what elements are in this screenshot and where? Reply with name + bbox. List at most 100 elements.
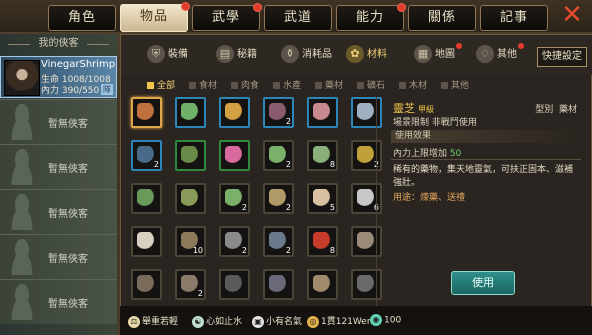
inventory-slot[interactable] [263, 269, 294, 300]
item-quantity: 2 [285, 246, 291, 255]
status-money: ◎ 1貫121Wen [307, 314, 373, 328]
category-maps[interactable]: ▦ 地圖 [414, 43, 462, 67]
inventory-slot[interactable] [219, 140, 250, 171]
empty-party-slot[interactable]: 暫無俠客 [0, 234, 117, 279]
item-quantity: 2 [241, 203, 247, 212]
inventory-slot[interactable]: 2 [263, 97, 294, 128]
map-icon: ▦ [414, 45, 432, 63]
inventory-slot[interactable] [307, 269, 338, 300]
inventory-slot[interactable]: 8 [307, 140, 338, 171]
category-manuals[interactable]: ▤ 秘籍 [216, 43, 257, 67]
category-misc[interactable]: ♢ 其他 [476, 43, 524, 67]
category-materials[interactable]: ✿ 材料 [346, 43, 387, 67]
category-bar: ⛨ 裝備 ▤ 秘籍 ⚱ 消耗品 ✿ 材料 ▦ 地圖 ♢ 其他 快捷設定 [121, 35, 592, 75]
inventory-slot[interactable] [351, 269, 382, 300]
filter-ingredients[interactable]: 食材 [189, 78, 217, 91]
shortcut-settings-button[interactable]: 快捷設定 [537, 47, 587, 67]
item-quantity: 8 [329, 160, 335, 169]
item-icon [181, 189, 200, 208]
inventory-slot[interactable] [175, 97, 206, 128]
item-quantity: 8 [329, 246, 335, 255]
top-tab-bar: 角色 物品 武學 武道 能力 關係 記事 ✕ [0, 0, 592, 32]
item-icon [225, 146, 244, 165]
inventory-slot[interactable]: 6 [351, 183, 382, 214]
item-quantity: 2 [197, 289, 203, 298]
party-title: 我的俠客 [0, 36, 117, 52]
inventory-slot[interactable] [175, 183, 206, 214]
tab-martial-path[interactable]: 武道 [264, 5, 332, 31]
inventory-slot[interactable]: 2 [131, 140, 162, 171]
filter-wood[interactable]: 木材 [399, 78, 427, 91]
empty-party-slot[interactable]: 暫無俠客 [0, 99, 117, 144]
item-icon [313, 275, 332, 294]
category-equipment[interactable]: ⛨ 裝備 [147, 43, 188, 67]
inventory-slot[interactable]: 2 [219, 226, 250, 257]
tab-relations[interactable]: 關係 [408, 5, 476, 31]
silhouette-icon [6, 284, 38, 320]
item-quantity: 2 [153, 160, 159, 169]
notification-dot [181, 2, 190, 11]
tab-journal[interactable]: 記事 [480, 5, 548, 31]
inventory-slot[interactable] [219, 97, 250, 128]
fame-icon: ▣ [252, 315, 264, 328]
member-mp: 內力 390/550 [41, 86, 100, 96]
inventory-slot[interactable]: 2 [263, 226, 294, 257]
inventory-slot[interactable]: 2 [219, 183, 250, 214]
inventory-slot[interactable]: 2 [351, 140, 382, 171]
inventory-slot[interactable] [307, 97, 338, 128]
category-consumables[interactable]: ⚱ 消耗品 [281, 43, 332, 67]
empty-party-slot[interactable]: 暫無俠客 [0, 144, 117, 189]
book-icon: ▤ [216, 45, 234, 63]
inventory-slot[interactable]: 2 [263, 140, 294, 171]
inventory-slot[interactable] [175, 140, 206, 171]
item-icon [181, 146, 200, 165]
filter-herbs[interactable]: 藥材 [315, 78, 343, 91]
status-fame: ▣ 小有名氣 [252, 314, 302, 328]
item-quantity: 10 [192, 246, 203, 255]
filter-all[interactable]: 全部 [147, 78, 175, 91]
inventory-slot[interactable]: 10 [175, 226, 206, 257]
item-icon [137, 103, 156, 122]
calm-icon: ☯ [192, 315, 204, 328]
empty-party-slot[interactable]: 暫無俠客 [0, 279, 117, 324]
item-icon [269, 275, 288, 294]
notification-dot [253, 3, 262, 12]
coin-icon: ◉ [370, 314, 382, 326]
item-icon [181, 103, 200, 122]
empty-party-slot[interactable]: 暫無俠客 [0, 189, 117, 234]
item-icon [357, 275, 376, 294]
divider [376, 97, 377, 327]
item-effect: 內力上限增加 50 [393, 149, 462, 159]
tab-items[interactable]: 物品 [120, 2, 190, 32]
party-member-card[interactable]: VinegarShrimp 生命 1008/1008 內力 390/550 隊 [0, 56, 117, 98]
tab-character[interactable]: 角色 [48, 5, 116, 31]
inventory-slot[interactable] [219, 269, 250, 300]
silhouette-icon [6, 149, 38, 185]
use-button[interactable]: 使用 [451, 271, 515, 295]
inventory-slot[interactable] [131, 269, 162, 300]
inventory-slot[interactable]: 5 [307, 183, 338, 214]
silhouette-icon [6, 239, 38, 275]
inventory-slot[interactable]: 2 [175, 269, 206, 300]
divider [391, 159, 581, 160]
inventory-slot[interactable] [131, 226, 162, 257]
inventory-slot[interactable]: 8 [307, 226, 338, 257]
close-icon[interactable]: ✕ [560, 2, 584, 28]
silhouette-icon [6, 194, 38, 230]
item-icon [313, 103, 332, 122]
silhouette-icon [6, 104, 38, 140]
filter-ores[interactable]: 礦石 [357, 78, 385, 91]
filter-seafood[interactable]: 水產 [273, 78, 301, 91]
inventory-slot[interactable] [351, 226, 382, 257]
inventory-slot[interactable] [131, 97, 162, 128]
team-badge: 隊 [101, 84, 113, 95]
filter-other[interactable]: 其他 [441, 78, 469, 91]
notification-dot [456, 43, 462, 49]
tab-abilities[interactable]: 能力 [336, 3, 406, 31]
inventory-slot[interactable] [351, 97, 382, 128]
inventory-slot[interactable] [131, 183, 162, 214]
filter-meat[interactable]: 肉食 [231, 78, 259, 91]
status-bar: ⚖ 舉重若輕 ☯ 心如止水 ▣ 小有名氣 ◎ 1貫121Wen ◉ 100 [120, 306, 592, 335]
tab-martial-arts[interactable]: 武學 [192, 3, 262, 31]
inventory-slot[interactable]: 2 [263, 183, 294, 214]
